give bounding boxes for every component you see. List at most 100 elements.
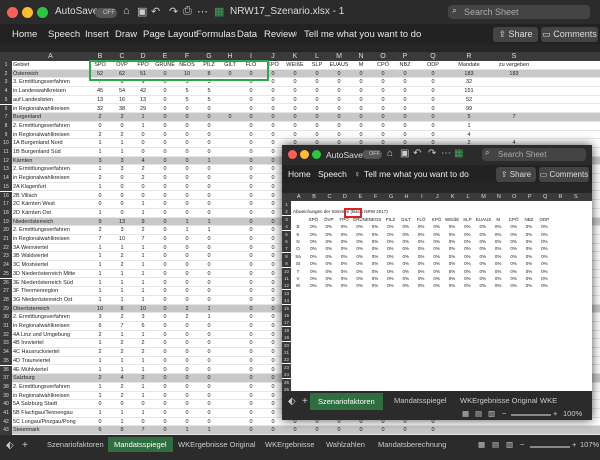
cell[interactable]: 0% — [460, 282, 474, 289]
cell[interactable]: 0 — [262, 131, 284, 139]
cell[interactable]: 0 — [328, 78, 350, 86]
normal-view-icon[interactable]: ▦ — [462, 409, 469, 418]
zoom-slider[interactable] — [530, 446, 570, 448]
cell[interactable]: 0 — [372, 78, 394, 86]
cell[interactable]: 0 — [284, 70, 306, 78]
tab-page-layout[interactable]: Page Layout — [143, 29, 196, 40]
column-header-f[interactable]: F — [368, 193, 383, 201]
row-header[interactable]: 10 — [282, 267, 291, 275]
cell[interactable]: 0% — [476, 245, 490, 252]
cell[interactable]: 0 — [240, 96, 262, 104]
column-header-s[interactable]: S — [488, 52, 540, 61]
cell[interactable]: 0 — [198, 366, 220, 374]
row-header[interactable]: 19 — [282, 334, 291, 342]
column-header-k[interactable]: K — [445, 193, 460, 201]
cell[interactable]: 0% — [322, 238, 336, 245]
cell[interactable]: 1 — [132, 383, 154, 391]
column-label[interactable]: SPÖ — [306, 216, 320, 223]
cell[interactable]: 0 — [262, 252, 284, 260]
cell[interactable]: 0% — [430, 238, 444, 245]
cell[interactable]: 1 — [89, 279, 111, 287]
row-header[interactable]: 23 — [0, 252, 12, 262]
cell[interactable]: 0 — [132, 400, 154, 408]
cell[interactable]: 0 — [154, 148, 176, 156]
cell[interactable]: 0 — [394, 87, 416, 95]
cell[interactable]: 10 — [89, 305, 111, 313]
cell[interactable]: 0 — [372, 426, 394, 434]
cell[interactable]: 0% — [430, 282, 444, 289]
cell[interactable]: 0 — [154, 139, 176, 147]
cell[interactable]: 0 — [262, 209, 284, 217]
cell[interactable]: 0 — [262, 235, 284, 243]
cell[interactable]: 0% — [537, 223, 551, 230]
cell[interactable]: 0 — [262, 322, 284, 330]
cell[interactable]: 0% — [460, 238, 474, 245]
cell[interactable]: 0 — [262, 261, 284, 269]
cell[interactable]: 0 — [154, 183, 176, 191]
cell[interactable]: 0 — [176, 279, 198, 287]
cell[interactable]: 1 — [132, 252, 154, 260]
customize-toolbar-icon[interactable]: ⋯ — [441, 148, 451, 159]
row-header[interactable]: 22 — [282, 356, 291, 364]
row-label[interactable]: in Landeswahlkreisen — [13, 87, 66, 95]
cell[interactable]: 2 — [112, 131, 132, 139]
row-header[interactable]: 2 — [0, 69, 12, 79]
cell[interactable]: 0 — [240, 157, 262, 165]
cell[interactable]: 0 — [240, 339, 262, 347]
cell[interactable]: 0% — [383, 275, 397, 282]
row-header[interactable]: 13 — [0, 165, 12, 175]
maximize-window-button[interactable] — [37, 7, 48, 18]
cell[interactable]: 2 — [112, 339, 132, 347]
tab-insert[interactable]: Insert — [85, 29, 109, 40]
cell[interactable]: 0% — [522, 275, 536, 282]
cell[interactable]: 0 — [198, 209, 220, 217]
cell[interactable]: 0 — [198, 296, 220, 304]
cell[interactable]: 0% — [368, 253, 382, 260]
cell[interactable]: 0 — [262, 270, 284, 278]
column-header-l[interactable]: L — [306, 52, 328, 61]
cell[interactable]: 0 — [350, 131, 372, 139]
share-button[interactable]: ⇪ Share — [496, 167, 536, 182]
cell[interactable]: 0 — [262, 157, 284, 165]
cell[interactable]: 1 — [132, 331, 154, 339]
cell[interactable]: 0 — [262, 357, 284, 365]
cell[interactable]: 0% — [445, 253, 459, 260]
undo-icon[interactable]: ↶ — [413, 148, 421, 159]
cell[interactable]: 0 — [89, 192, 111, 200]
cell[interactable]: 1 — [112, 296, 132, 304]
cell[interactable]: 1 — [132, 409, 154, 417]
cell[interactable]: 1 — [89, 209, 111, 217]
cell[interactable]: CPÖ — [372, 61, 394, 69]
cell[interactable]: 0% — [445, 282, 459, 289]
column-header-d[interactable]: D — [337, 193, 352, 201]
cell[interactable]: NBZ — [394, 61, 416, 69]
cell[interactable]: 0 — [350, 105, 372, 113]
cell[interactable]: 0% — [491, 245, 505, 252]
cell[interactable]: 3 — [112, 157, 132, 165]
cell[interactable]: 0 — [416, 426, 450, 434]
cell[interactable]: 0 — [416, 131, 450, 139]
row-header[interactable]: 39 — [0, 391, 12, 401]
cell[interactable]: 0 — [240, 348, 262, 356]
cell[interactable]: 0 — [262, 383, 284, 391]
column-header-g[interactable]: G — [383, 193, 398, 201]
cell[interactable]: 0 — [176, 409, 198, 417]
cell[interactable]: 0 — [240, 174, 262, 182]
cell[interactable]: 99 — [450, 105, 488, 113]
cell[interactable]: 0 — [198, 139, 220, 147]
cell[interactable]: 0% — [399, 238, 413, 245]
cell[interactable]: 0% — [368, 231, 382, 238]
cell[interactable]: 0 — [240, 148, 262, 156]
column-label[interactable]: SLP — [460, 216, 474, 223]
cell[interactable]: 1 — [89, 383, 111, 391]
cell[interactable]: 29 — [132, 105, 154, 113]
cell[interactable]: 6 — [89, 322, 111, 330]
cell[interactable]: 52 — [450, 96, 488, 104]
cell[interactable]: 0% — [368, 275, 382, 282]
row-label[interactable]: in Regionalwahlkreisen — [13, 392, 70, 400]
cell[interactable]: 0 — [262, 87, 284, 95]
row-label[interactable]: 2. Ermittlungsverfahren — [13, 165, 70, 173]
row-header[interactable]: 25 — [0, 269, 12, 279]
cell[interactable]: 0% — [430, 231, 444, 238]
redo-icon[interactable]: ↷ — [169, 5, 178, 18]
